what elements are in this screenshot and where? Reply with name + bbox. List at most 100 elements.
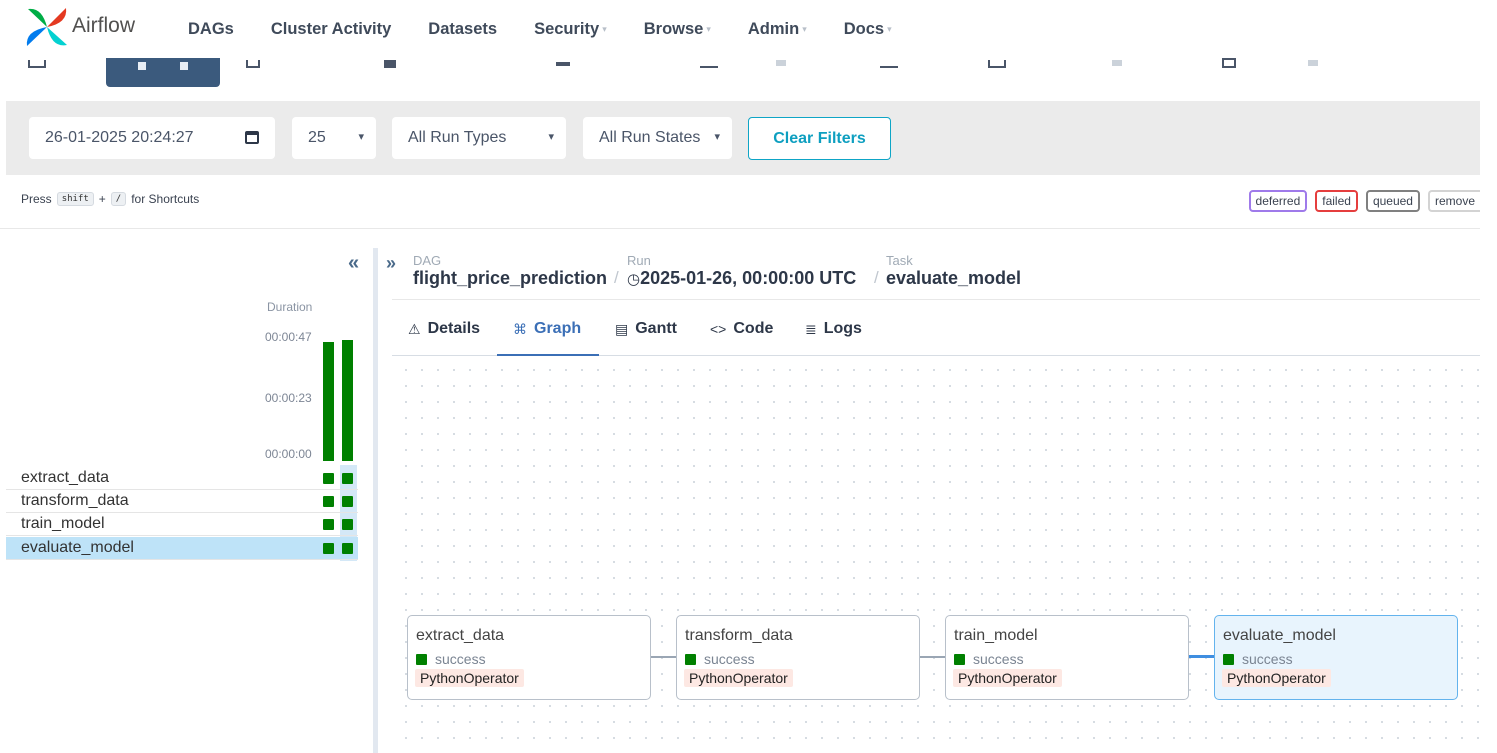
graph-edge	[920, 656, 946, 658]
nav-datasets[interactable]: Datasets	[428, 20, 497, 39]
graph-node-train-model[interactable]: train_model success PythonOperator	[945, 615, 1189, 700]
tab-graph[interactable]: ⌘ Graph	[513, 320, 581, 338]
node-status: success	[685, 651, 755, 667]
shift-key: shift	[56, 192, 94, 206]
chevron-down-icon: ▾	[548, 131, 554, 143]
graph-node-transform-data[interactable]: transform_data success PythonOperator	[676, 615, 920, 700]
nav-admin[interactable]: Admin ▾	[748, 20, 807, 39]
task-instance-status[interactable]	[342, 519, 353, 530]
success-status-icon	[1223, 653, 1234, 665]
gantt-icon: ▤	[615, 320, 629, 337]
nav-cluster-activity[interactable]: Cluster Activity	[271, 20, 391, 39]
graph-node-evaluate-model[interactable]: evaluate_model success PythonOperator	[1214, 615, 1458, 700]
task-instance-status[interactable]	[323, 519, 334, 530]
base-date-input[interactable]: 26-01-2025 20:24:27	[29, 117, 275, 159]
run-type-select[interactable]: All Run Types ▾	[392, 117, 566, 159]
graph-icon: ⌘	[513, 320, 527, 337]
clock-icon: ◷	[627, 271, 641, 288]
success-status-icon	[954, 653, 965, 665]
task-duration-icon[interactable]	[700, 60, 718, 68]
top-navbar: Airflow DAGs Cluster Activity Datasets S…	[0, 0, 1497, 58]
landing-times-icon[interactable]	[880, 60, 898, 68]
panel-resize-handle[interactable]	[373, 248, 378, 753]
page-size-select[interactable]: 25 ▾	[292, 117, 376, 159]
operator-badge: PythonOperator	[415, 669, 524, 687]
caret-down-icon: ▾	[887, 23, 892, 34]
nav-security[interactable]: Security ▾	[534, 20, 607, 39]
task-row-selected[interactable]: evaluate_model	[6, 537, 358, 560]
caret-down-icon: ▾	[802, 23, 807, 34]
breadcrumb-separator: /	[874, 268, 879, 287]
separator	[392, 299, 1480, 300]
collapse-grid-icon[interactable]: «	[348, 252, 359, 275]
duration-tick: 00:00:23	[265, 391, 312, 405]
breadcrumb-task-label: Task	[886, 253, 913, 268]
filter-bar: 26-01-2025 20:24:27 25 ▾ All Run Types ▾…	[6, 101, 1480, 175]
calendar-icon[interactable]	[245, 131, 259, 144]
operator-badge: PythonOperator	[1222, 669, 1331, 687]
shortcut-hint: Press shift + / for Shortcuts	[21, 192, 200, 206]
duration-tick: 00:00:47	[265, 330, 312, 344]
chevron-down-icon: ▾	[358, 131, 364, 143]
breadcrumb-run[interactable]: ◷2025-01-26, 00:00:00 UTC	[627, 268, 856, 289]
code-view-icon[interactable]	[1222, 58, 1236, 68]
view-tab-label	[384, 60, 396, 68]
view-tab-label	[776, 60, 786, 66]
node-status: success	[416, 651, 486, 667]
separator	[0, 228, 1480, 229]
airflow-logo-icon[interactable]	[24, 5, 70, 49]
legend-failed[interactable]: failed	[1315, 190, 1358, 212]
calendar-view-icon[interactable]	[246, 60, 260, 68]
task-instance-status[interactable]	[323, 473, 334, 484]
nav-dags[interactable]: DAGs	[188, 20, 234, 39]
breadcrumb-run-label: Run	[627, 253, 651, 268]
state-legend: deferred failed queued remove	[1241, 190, 1480, 212]
gantt-view-icon[interactable]	[988, 60, 1006, 68]
breadcrumb-dag[interactable]: flight_price_prediction	[413, 268, 607, 289]
task-instance-status[interactable]	[323, 543, 334, 554]
clear-filters-button[interactable]: Clear Filters	[748, 117, 891, 160]
breadcrumb-task[interactable]: evaluate_model	[886, 268, 1021, 289]
tab-details[interactable]: ⚠ Details	[408, 320, 480, 338]
graph-edge-highlighted	[1189, 655, 1215, 658]
node-status: success	[1223, 651, 1293, 667]
task-row[interactable]: train_model	[6, 513, 358, 536]
task-instance-status[interactable]	[323, 496, 334, 507]
task-instance-status[interactable]	[342, 543, 353, 554]
active-view-tab[interactable]	[106, 58, 220, 87]
tab-gantt[interactable]: ▤ Gantt	[615, 320, 677, 338]
warning-icon: ⚠	[408, 320, 421, 337]
expand-grid-icon[interactable]: »	[386, 253, 396, 274]
chevron-down-icon: ▾	[714, 131, 720, 143]
success-status-icon	[685, 653, 696, 665]
task-row[interactable]: transform_data	[6, 490, 358, 513]
brand-name[interactable]: Airflow	[72, 14, 135, 38]
task-instance-status[interactable]	[342, 496, 353, 507]
view-tab-label	[556, 62, 570, 66]
nav-docs[interactable]: Docs ▾	[844, 20, 892, 39]
graph-edge	[651, 656, 677, 658]
tab-logs[interactable]: ≣ Logs	[805, 320, 862, 338]
nav-browse[interactable]: Browse ▾	[644, 20, 711, 39]
legend-queued[interactable]: queued	[1365, 190, 1420, 212]
slash-key: /	[110, 192, 127, 206]
graph-node-extract-data[interactable]: extract_data success PythonOperator	[407, 615, 651, 700]
legend-removed[interactable]: remove	[1427, 190, 1480, 212]
code-icon: <>	[710, 321, 727, 337]
view-tab-label	[1112, 60, 1122, 66]
run-duration-bar[interactable]	[342, 340, 353, 461]
duration-label: Duration	[267, 300, 313, 314]
dag-view-tabstrip	[0, 58, 1497, 88]
grid-view-icon[interactable]	[28, 60, 46, 68]
logs-icon: ≣	[805, 320, 817, 337]
legend-deferred[interactable]: deferred	[1248, 190, 1308, 212]
task-instance-status[interactable]	[342, 473, 353, 484]
run-duration-bar[interactable]	[323, 342, 334, 461]
breadcrumb-separator: /	[614, 268, 619, 287]
nav-menu: DAGs Cluster Activity Datasets Security ▾…	[188, 0, 929, 58]
node-status: success	[954, 651, 1024, 667]
task-row[interactable]: extract_data	[6, 467, 358, 490]
view-tab-label	[1308, 60, 1318, 66]
run-state-select[interactable]: All Run States ▾	[583, 117, 732, 159]
tab-code[interactable]: <> Code	[710, 320, 773, 338]
